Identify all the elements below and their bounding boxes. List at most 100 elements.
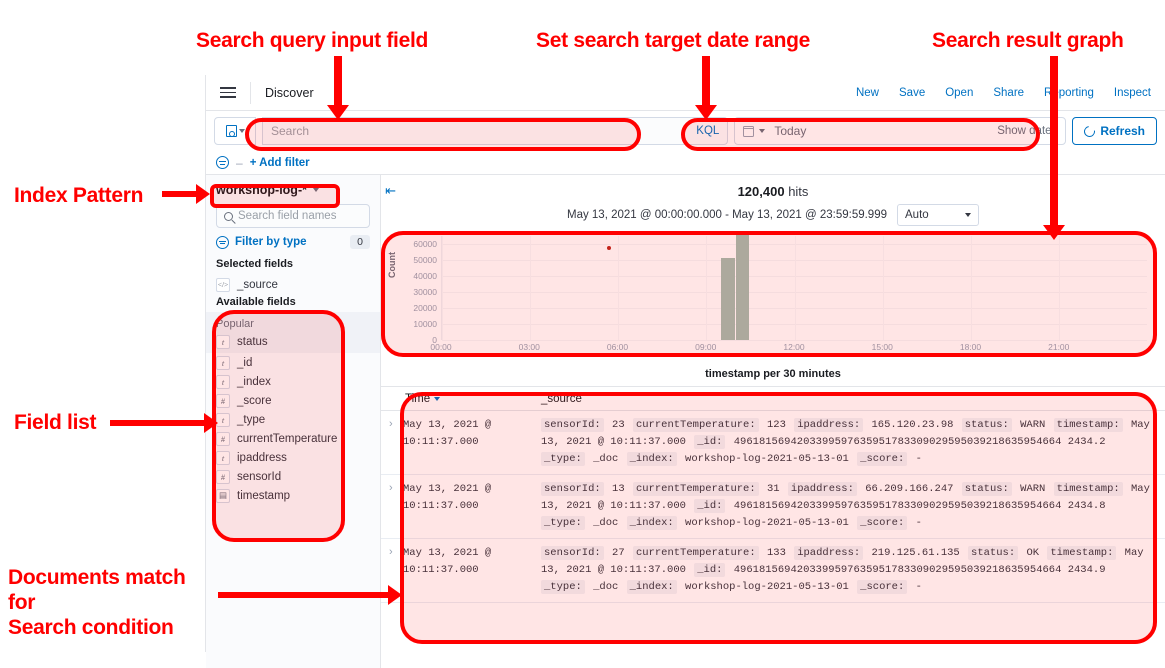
field-item-status[interactable]: t status <box>206 332 380 351</box>
string-type-icon: t <box>216 412 230 427</box>
nav-share-button[interactable]: Share <box>993 87 1024 99</box>
gridline <box>882 236 884 340</box>
histogram-chart[interactable]: Count 0 10000 20000 30000 40000 50000 60000 00… <box>387 235 1155 364</box>
annotation-result-graph-label: Search result graph <box>932 29 1124 52</box>
field-item-id[interactable]: t _id <box>206 353 380 372</box>
number-type-icon: # <box>216 469 230 484</box>
source-field-key: _type: <box>541 516 585 530</box>
source-field-value: 13 <box>605 483 631 495</box>
nav-inspect-button[interactable]: Inspect <box>1114 87 1151 99</box>
top-navigation-bar: Discover New Save Open Share Reporting I… <box>206 75 1165 111</box>
table-row[interactable]: › May 13, 2021 @ 10:11:37.000 sensorId: 27… <box>381 539 1165 603</box>
histogram-bar[interactable] <box>735 235 750 340</box>
x-axis: 00:00 03:00 06:00 09:00 12:00 15:00 18:00 21:00 <box>430 342 1147 356</box>
source-field-key: ipaddress: <box>794 418 864 432</box>
source-field-value: 31 <box>760 483 786 495</box>
cell-time: May 13, 2021 @ 10:11:37.000 <box>403 483 492 512</box>
saved-query-button[interactable] <box>214 117 256 145</box>
column-header-time[interactable]: Time <box>381 393 541 405</box>
source-field-key: sensorId: <box>541 418 604 432</box>
column-label: Time <box>405 392 431 405</box>
query-language-button[interactable]: KQL <box>696 125 719 137</box>
top-nav-links: New Save Open Share Reporting Inspect <box>856 87 1165 99</box>
source-field-value: 123 <box>760 419 793 431</box>
x-axis-tick: 00:00 <box>430 342 452 352</box>
y-axis: 0 10000 20000 30000 40000 50000 60000 <box>389 236 437 345</box>
annotation-arrowhead-index <box>196 184 210 204</box>
page-title: Discover <box>265 85 314 100</box>
annotation-index-pattern-label: Index Pattern <box>14 184 144 207</box>
field-item-timestamp[interactable]: ▤ timestamp <box>206 486 380 505</box>
gridline <box>1058 236 1060 340</box>
add-filter-button[interactable]: + Add filter <box>250 157 310 169</box>
source-field-value: 27 <box>605 547 631 559</box>
field-item-score[interactable]: # _score <box>206 391 380 410</box>
date-picker[interactable]: Today Show dates <box>734 117 1067 145</box>
expand-row-icon[interactable]: › <box>381 481 403 532</box>
refresh-icon <box>1082 123 1098 139</box>
source-field-value: OK <box>1020 547 1046 559</box>
field-item-type[interactable]: t _type <box>206 410 380 429</box>
string-type-icon: t <box>216 355 230 370</box>
annotation-arrow-date <box>702 56 710 108</box>
histogram-bar[interactable] <box>721 258 735 340</box>
nav-new-button[interactable]: New <box>856 87 879 99</box>
source-field-key: timestamp: <box>1053 482 1123 496</box>
source-field-key: _type: <box>541 452 585 466</box>
field-item-sensorid[interactable]: # sensorId <box>206 467 380 486</box>
nav-open-button[interactable]: Open <box>945 87 973 99</box>
plot-area[interactable] <box>441 235 1147 341</box>
hits-counter: 120,400 hits <box>381 175 1165 204</box>
refresh-button[interactable]: Refresh <box>1072 117 1157 145</box>
y-axis-tick: 60000 <box>413 239 437 249</box>
calendar-icon <box>743 125 755 137</box>
nav-save-button[interactable]: Save <box>899 87 925 99</box>
source-field-key: sensorId: <box>541 546 604 560</box>
field-item-currenttemperature[interactable]: # currentTemperature <box>206 429 380 448</box>
filter-icon <box>216 235 229 249</box>
source-field-key: _id: <box>694 435 726 449</box>
documents-table: Time _source › May 13, 2021 @ 10:11:37.00… <box>381 386 1165 668</box>
source-field-key: _index: <box>626 580 677 594</box>
string-type-icon: t <box>216 334 230 349</box>
table-row[interactable]: › May 13, 2021 @ 10:11:37.000 sensorId: 23… <box>381 411 1165 475</box>
filter-by-type-button[interactable]: Filter by type 0 <box>216 235 370 249</box>
gridline <box>442 236 443 340</box>
show-dates-button[interactable]: Show dates <box>997 125 1057 137</box>
source-field-key: ipaddress: <box>794 546 864 560</box>
filter-by-type-label: Filter by type <box>235 236 307 248</box>
source-field-key: status: <box>968 546 1019 560</box>
hamburger-menu-icon[interactable] <box>206 75 250 111</box>
source-field-value: workshop-log-2021-05-13-01 <box>678 453 856 465</box>
field-item-source[interactable]: </> _source <box>206 275 380 294</box>
field-search-input[interactable]: Search field names <box>216 204 370 228</box>
filter-icon[interactable] <box>216 156 229 169</box>
source-field-value: workshop-log-2021-05-13-01 <box>678 581 856 593</box>
cell-source: sensorId: 27 currentTemperature: 133 ipa… <box>541 545 1165 596</box>
source-field-key: timestamp: <box>1047 546 1117 560</box>
cell-source: sensorId: 23 currentTemperature: 123 ipa… <box>541 417 1165 468</box>
filter-bar: – + Add filter <box>206 151 1165 175</box>
field-item-ipaddress[interactable]: t ipaddress <box>206 448 380 467</box>
search-input[interactable]: Search KQL <box>262 117 729 145</box>
expand-row-icon[interactable]: › <box>381 417 403 468</box>
source-field-value: 219.125.61.135 <box>865 547 967 559</box>
gridline <box>970 236 972 340</box>
annotation-arrowhead-search <box>327 105 349 120</box>
interval-select[interactable]: Auto <box>897 204 979 226</box>
interval-value: Auto <box>905 209 929 221</box>
annotation-arrowhead-date <box>695 105 717 120</box>
y-axis-tick: 20000 <box>413 303 437 313</box>
collapse-panel-icon[interactable]: ⇤ <box>385 183 396 199</box>
string-type-icon: t <box>216 450 230 465</box>
popular-fields-group: Popular t status <box>206 312 380 353</box>
index-pattern-value: workshop-log-* <box>216 183 307 197</box>
index-pattern-selector[interactable]: workshop-log-* <box>216 183 370 197</box>
field-item-index[interactable]: t _index <box>206 372 380 391</box>
save-disk-icon <box>225 125 237 137</box>
table-row[interactable]: › May 13, 2021 @ 10:11:37.000 sensorId: 13… <box>381 475 1165 539</box>
source-field-value: workshop-log-2021-05-13-01 <box>678 517 856 529</box>
annotation-arrow-graph <box>1050 56 1058 228</box>
x-axis-tick: 06:00 <box>606 342 629 352</box>
source-field-value: - <box>909 581 922 593</box>
